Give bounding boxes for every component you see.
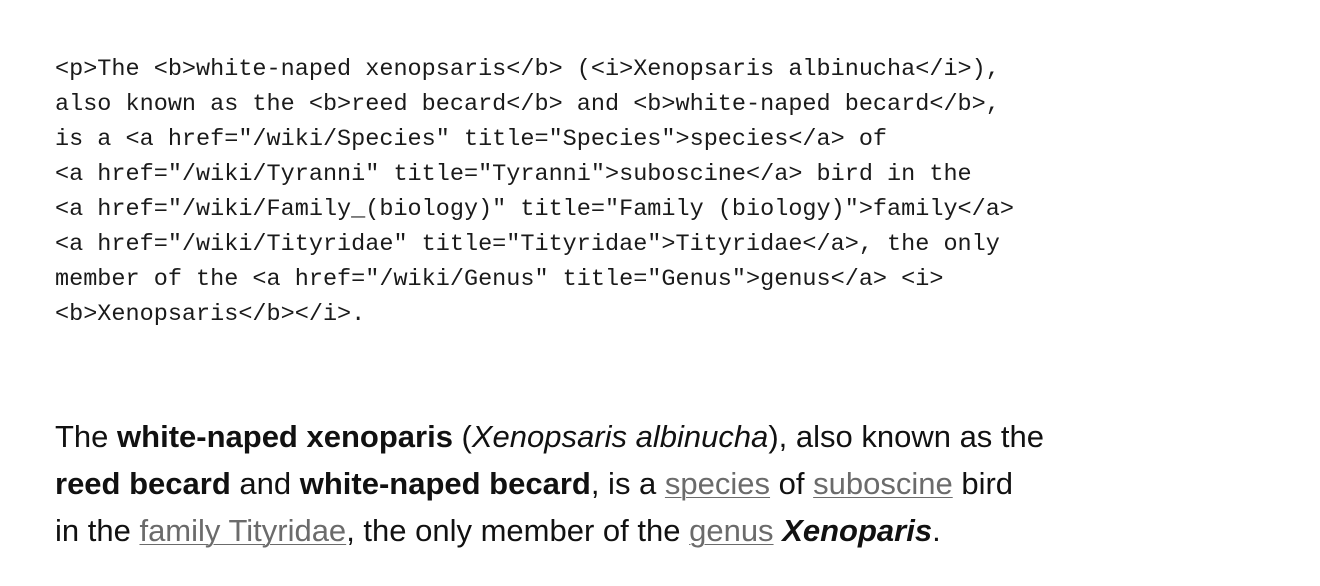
suboscine-link[interactable]: suboscine xyxy=(813,466,953,501)
source-line: also known as the <b>reed becard</b> and… xyxy=(55,91,1000,118)
text: ), also known as the xyxy=(768,419,1045,454)
rendered-line-1: The white-naped xenoparis (Xenopsaris al… xyxy=(55,413,1295,460)
source-line: <p>The <b>white-naped xenopsaris</b> (<i… xyxy=(55,56,1000,83)
text: of xyxy=(770,466,814,501)
rendered-line-2: reed becard and white-naped becard, is a… xyxy=(55,460,1295,507)
text: , the only member of the xyxy=(346,513,690,548)
text: bird xyxy=(952,466,1014,501)
rendered-line-3: in the family Tityridae, the only member… xyxy=(55,507,1295,554)
italic-scientific-name: Xenopsaris albinucha xyxy=(471,419,769,454)
html-source-code: <p>The <b>white-naped xenopsaris</b> (<i… xyxy=(55,52,1295,332)
bold-alt-name-white-naped-becard: white-naped becard xyxy=(299,466,591,501)
family-tityridae-link[interactable]: family Tityridae xyxy=(139,513,346,548)
bold-common-name: white-naped xenoparis xyxy=(117,419,453,454)
source-line: <b>Xenopsaris</b></i>. xyxy=(55,301,366,328)
text: and xyxy=(230,466,300,501)
source-line: <a href="/wiki/Family_(biology)" title="… xyxy=(55,196,1014,223)
source-line: <a href="/wiki/Tyranni" title="Tyranni">… xyxy=(55,161,972,188)
text: The xyxy=(55,419,118,454)
source-line: is a <a href="/wiki/Species" title="Spec… xyxy=(55,126,888,153)
text: in the xyxy=(55,513,140,548)
rendered-paragraph: The white-naped xenoparis (Xenopsaris al… xyxy=(55,413,1295,554)
species-link[interactable]: species xyxy=(665,466,770,501)
text xyxy=(774,513,783,548)
source-line: member of the <a href="/wiki/Genus" titl… xyxy=(55,266,944,293)
bold-alt-name-reed-becard: reed becard xyxy=(55,466,231,501)
genus-link[interactable]: genus xyxy=(689,513,773,548)
text: . xyxy=(932,513,941,548)
bold-italic-genus-name: Xenoparis xyxy=(782,513,933,548)
text: , is a xyxy=(590,466,665,501)
text: ( xyxy=(452,419,472,454)
source-line: <a href="/wiki/Tityridae" title="Tityrid… xyxy=(55,231,1000,258)
